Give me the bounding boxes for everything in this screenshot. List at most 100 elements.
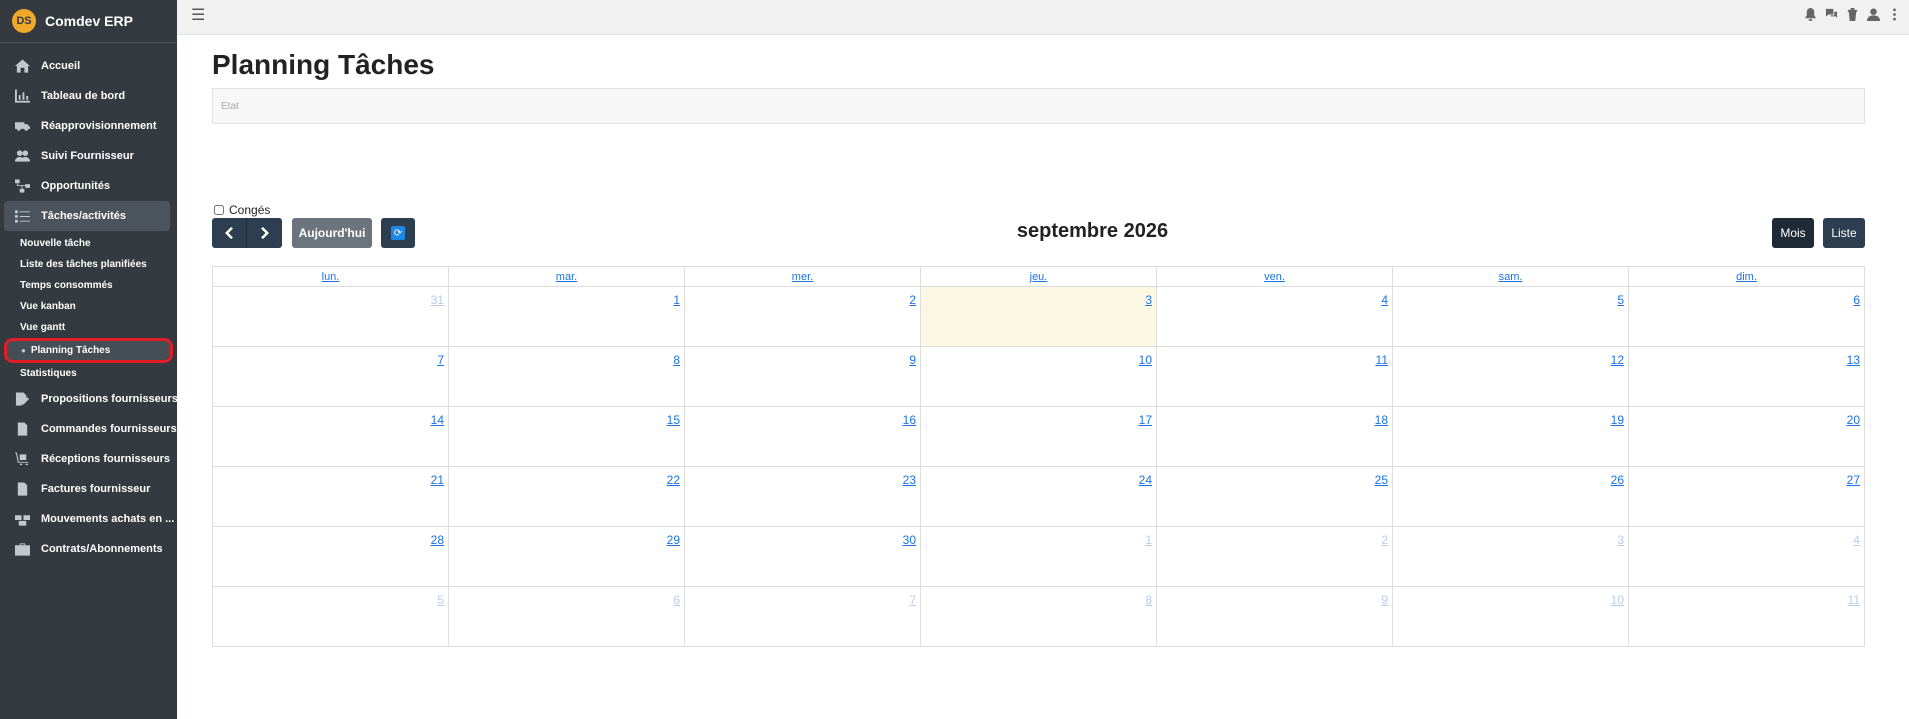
day-number[interactable]: 8 [673,353,680,367]
calendar-day-cell[interactable]: 14 [212,406,449,467]
day-number[interactable]: 26 [1611,473,1624,487]
sidebar-item-factures-fournisseur[interactable]: Factures fournisseur [0,474,177,504]
calendar-day-cell[interactable]: 3 [1392,526,1629,587]
day-number[interactable]: 11 [1848,593,1860,607]
calendar-day-cell[interactable]: 20 [1628,406,1865,467]
sidebar-item-reapprovisionnement[interactable]: Réapprovisionnement [0,111,177,141]
user-avatar-icon[interactable] [1866,7,1880,21]
conges-checkbox[interactable] [214,205,224,215]
sidebar-item-taches-activites[interactable]: Tâches/activités [4,201,170,231]
sidebar-item-propositions-fournisseurs[interactable]: Propositions fournisseurs [0,384,177,414]
day-header-mon[interactable]: lun. [212,266,449,287]
calendar-day-cell[interactable]: 9 [684,346,921,407]
calendar-day-cell[interactable]: 8 [448,346,685,407]
day-number[interactable]: 10 [1139,353,1152,367]
subnav-item-planning-taches[interactable]: ● Planning Tâches [4,338,173,363]
calendar-day-cell[interactable]: 19 [1392,406,1629,467]
day-number[interactable]: 10 [1611,593,1624,607]
calendar-day-cell[interactable]: 18 [1156,406,1393,467]
day-number[interactable]: 25 [1375,473,1388,487]
calendar-day-cell[interactable]: 22 [448,466,685,527]
day-header-sun[interactable]: dim. [1628,266,1865,287]
hamburger-menu-icon[interactable]: ☰ [191,5,205,25]
subnav-item-vue-gantt[interactable]: Vue gantt [0,317,177,338]
day-number[interactable]: 18 [1375,413,1388,427]
day-number[interactable]: 6 [673,593,680,607]
sidebar-item-opportunites[interactable]: Opportunités [0,171,177,201]
day-number[interactable]: 7 [909,593,916,607]
day-number[interactable]: 3 [1145,293,1152,307]
prev-month-button[interactable] [212,218,247,248]
next-month-button[interactable] [247,218,282,248]
calendar-day-cell[interactable]: 8 [920,586,1157,647]
day-number[interactable]: 5 [437,593,444,607]
day-number[interactable]: 4 [1853,533,1860,547]
calendar-day-cell[interactable]: 1 [448,286,685,347]
list-view-button[interactable]: Liste [1823,218,1865,248]
subnav-item-statistiques[interactable]: Statistiques [0,363,177,384]
day-number[interactable]: 12 [1611,353,1624,367]
day-number[interactable]: 14 [431,413,444,427]
day-number[interactable]: 24 [1139,473,1152,487]
calendar-day-cell[interactable]: 29 [448,526,685,587]
calendar-day-cell[interactable]: 7 [212,346,449,407]
sidebar-item-contrats-abonnements[interactable]: Contrats/Abonnements [0,534,177,564]
calendar-day-cell[interactable]: 1 [920,526,1157,587]
calendar-day-cell[interactable]: 9 [1156,586,1393,647]
day-number[interactable]: 23 [903,473,916,487]
subnav-item-liste-taches[interactable]: Liste des tâches planifiées [0,254,177,275]
calendar-day-cell[interactable]: 27 [1628,466,1865,527]
calendar-day-cell[interactable]: 13 [1628,346,1865,407]
day-number[interactable]: 16 [903,413,916,427]
day-number[interactable]: 8 [1145,593,1152,607]
calendar-day-cell[interactable]: 6 [448,586,685,647]
month-view-button[interactable]: Mois [1772,218,1814,248]
calendar-day-cell[interactable]: 10 [920,346,1157,407]
calendar-day-cell[interactable]: 26 [1392,466,1629,527]
day-number[interactable]: 7 [437,353,444,367]
day-number[interactable]: 11 [1376,353,1388,367]
day-number[interactable]: 15 [667,413,680,427]
day-number[interactable]: 6 [1853,293,1860,307]
calendar-day-cell[interactable]: 12 [1392,346,1629,407]
sidebar-item-mouvements-achats[interactable]: Mouvements achats en ... [0,504,177,534]
refresh-button[interactable]: ⟳ [381,218,415,248]
day-number[interactable]: 22 [667,473,680,487]
today-button[interactable]: Aujourd'hui [292,218,372,248]
day-header-fri[interactable]: ven. [1156,266,1393,287]
calendar-day-cell[interactable]: 11 [1628,586,1865,647]
day-header-tue[interactable]: mar. [448,266,685,287]
calendar-day-cell[interactable]: 15 [448,406,685,467]
day-number[interactable]: 5 [1617,293,1624,307]
day-number[interactable]: 3 [1617,533,1624,547]
day-number[interactable]: 28 [431,533,444,547]
subnav-item-nouvelle-tache[interactable]: Nouvelle tâche [0,233,177,254]
day-number[interactable]: 27 [1847,473,1860,487]
calendar-day-cell[interactable]: 5 [212,586,449,647]
calendar-day-cell[interactable]: 16 [684,406,921,467]
sidebar-item-accueil[interactable]: Accueil [0,51,177,81]
conges-toggle[interactable]: Congés [214,203,270,217]
day-number[interactable]: 2 [909,293,916,307]
calendar-day-cell[interactable]: 25 [1156,466,1393,527]
calendar-day-cell[interactable]: 28 [212,526,449,587]
calendar-day-cell[interactable]: 2 [684,286,921,347]
day-number[interactable]: 31 [431,293,444,307]
day-number[interactable]: 4 [1381,293,1388,307]
calendar-day-cell[interactable]: 10 [1392,586,1629,647]
day-number[interactable]: 29 [667,533,680,547]
day-number[interactable]: 1 [1145,533,1152,547]
calendar-day-cell-today[interactable]: 3 [920,286,1157,347]
calendar-day-cell[interactable]: 6 [1628,286,1865,347]
subnav-item-temps-consommes[interactable]: Temps consommés [0,275,177,296]
state-filter-input[interactable] [213,89,1864,123]
sidebar-item-tableau-de-bord[interactable]: Tableau de bord [0,81,177,111]
day-number[interactable]: 17 [1139,413,1152,427]
day-number[interactable]: 9 [909,353,916,367]
day-header-wed[interactable]: mer. [684,266,921,287]
bell-icon[interactable] [1803,7,1817,21]
calendar-day-cell[interactable]: 23 [684,466,921,527]
brand[interactable]: DS Comdev ERP [0,0,177,43]
day-number[interactable]: 9 [1381,593,1388,607]
sidebar-item-commandes-fournisseurs[interactable]: Commandes fournisseurs [0,414,177,444]
